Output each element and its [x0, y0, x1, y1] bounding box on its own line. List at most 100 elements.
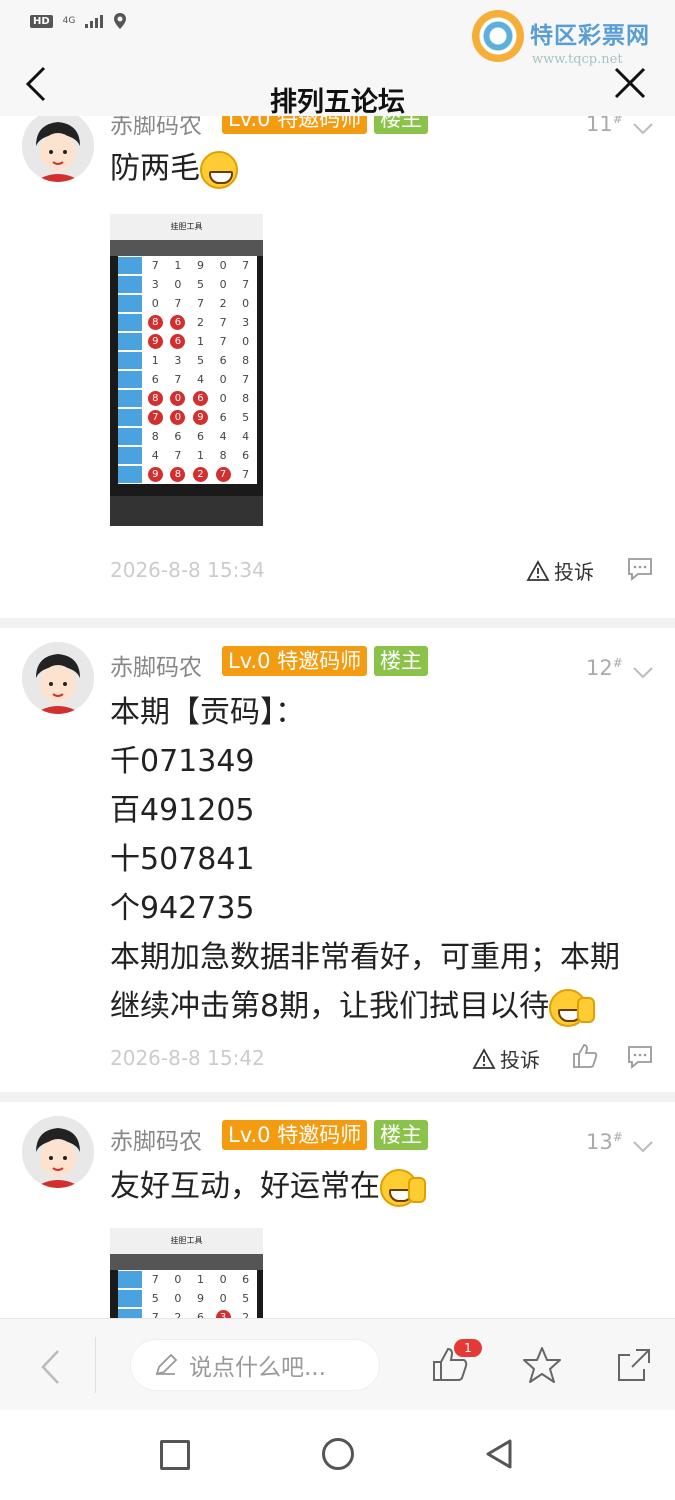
grid-row: 13568 — [118, 351, 257, 370]
floor-number: 11# — [586, 116, 623, 136]
comment-icon[interactable] — [626, 556, 654, 582]
image-grid: 71907 30507 07720 86273 96170 13568 6740… — [118, 256, 257, 484]
chevron-down-icon[interactable] — [632, 666, 654, 680]
post-image[interactable]: 挂胆工具 70106 50905 72632 — [110, 1228, 263, 1318]
logo-icon — [472, 10, 524, 62]
avatar[interactable] — [22, 1116, 94, 1188]
watermark-title: 特区彩票网 — [530, 23, 650, 49]
grid-row: 86273 — [118, 313, 257, 332]
floor-number: 13# — [586, 1130, 623, 1154]
star-icon[interactable] — [522, 1345, 562, 1385]
thumbs-up-emoji-icon — [549, 988, 596, 1027]
post-12: 赤脚码农 Lv.0 特邀码师 楼主 12# 本期【贡码】： 千071349 百4… — [0, 628, 675, 1092]
username[interactable]: 赤脚码农 — [110, 1122, 202, 1156]
grid-row: 98277 — [118, 465, 257, 484]
network-type: 4G — [62, 16, 76, 26]
grid-row: 70965 — [118, 408, 257, 427]
post-feed[interactable]: 赤脚码农 Lv.0 特邀码师 楼主 11# 防两毛 挂胆工具 71907 305… — [0, 116, 675, 1318]
chevron-down-icon[interactable] — [632, 1140, 654, 1154]
text-line: 本期加急数据非常看好，可重用；本期 — [110, 940, 620, 975]
level-badge: Lv.0 特邀码师 — [222, 646, 368, 676]
comment-input[interactable]: 说点什么吧... — [130, 1339, 380, 1391]
grid-row: 71907 — [118, 256, 257, 275]
image-banner — [110, 1254, 263, 1270]
report-label: 投诉 — [500, 1048, 540, 1072]
grid-row: 86644 — [118, 427, 257, 446]
floor-number: 12# — [586, 656, 623, 680]
text-line-with-emoji: 继续冲击第8期，让我们拭目以待 — [110, 982, 655, 1031]
share-icon[interactable] — [614, 1345, 654, 1385]
image-toolbar — [110, 496, 263, 526]
back-triangle-icon[interactable] — [484, 1438, 514, 1470]
post-text-content: 友好互动，好运常在 — [110, 1169, 380, 1204]
hd-badge: HD — [30, 14, 53, 28]
grid-row: 50905 — [118, 1289, 257, 1308]
thumbs-up-icon[interactable] — [571, 1042, 599, 1070]
grid-row: 70106 — [118, 1270, 257, 1289]
report-button[interactable]: 投诉 — [472, 1044, 540, 1073]
floor-mark: # — [612, 656, 623, 670]
text-line: 个942735 — [110, 891, 255, 926]
report-label: 投诉 — [554, 560, 594, 584]
text-line: 本期【贡码】： — [110, 695, 305, 730]
grid-row: 07720 — [118, 294, 257, 313]
home-button[interactable] — [322, 1438, 354, 1470]
grid-row: 30507 — [118, 275, 257, 294]
post-time: 2026-8-8 15:34 — [110, 558, 265, 582]
image-banner — [110, 240, 263, 256]
grid-row: 80608 — [118, 389, 257, 408]
post-text-content: 防两毛 — [110, 151, 200, 186]
recents-button[interactable] — [160, 1440, 190, 1470]
level-badge: Lv.0 特邀码师 — [222, 1120, 368, 1150]
grid-row: 67407 — [118, 370, 257, 389]
username[interactable]: 赤脚码农 — [110, 648, 202, 682]
username[interactable]: 赤脚码农 — [110, 116, 202, 140]
close-button[interactable] — [613, 66, 647, 100]
warning-icon — [526, 559, 550, 581]
post-time: 2026-8-8 15:42 — [110, 1046, 265, 1070]
avatar[interactable] — [22, 642, 94, 714]
avatar-image — [22, 642, 94, 714]
owner-badge: 楼主 — [374, 646, 428, 676]
grid-row: 72632 — [118, 1308, 257, 1318]
post-11: 赤脚码农 Lv.0 特邀码师 楼主 11# 防两毛 挂胆工具 71907 305… — [0, 116, 675, 618]
system-nav-bar — [0, 1410, 675, 1500]
post-divider — [0, 1092, 675, 1102]
image-title: 挂胆工具 — [110, 1228, 263, 1254]
grin-emoji-icon — [200, 150, 238, 189]
post-text: 友好互动，好运常在 — [110, 1162, 655, 1211]
report-button[interactable]: 投诉 — [526, 556, 594, 585]
thumbs-up-emoji-icon — [380, 1168, 426, 1207]
text-line: 百491205 — [110, 793, 255, 828]
floor-value: 13 — [586, 1130, 613, 1154]
separator — [95, 1337, 96, 1393]
post-text: 本期【贡码】： 千071349 百491205 十507841 个942735 … — [110, 688, 655, 1031]
text-line: 十507841 — [110, 842, 255, 877]
comment-placeholder: 说点什么吧... — [189, 1355, 326, 1381]
avatar-image — [22, 116, 94, 182]
post-13: 赤脚码农 Lv.0 特邀码师 楼主 13# 友好互动，好运常在 挂胆工具 701… — [0, 1102, 675, 1318]
watermark-url: www.tqcp.net — [532, 52, 623, 67]
text-line: 继续冲击第8期，让我们拭目以待 — [110, 989, 550, 1024]
grid-row: 47186 — [118, 446, 257, 465]
watermark-logo: 特区彩票网 www.tqcp.net — [472, 8, 672, 68]
chevron-down-icon[interactable] — [632, 122, 654, 136]
floor-value: 11 — [586, 116, 613, 136]
pencil-icon — [155, 1353, 178, 1376]
comment-icon[interactable] — [626, 1044, 654, 1070]
page-title: 排列五论坛 — [270, 87, 405, 118]
image-title: 挂胆工具 — [110, 214, 263, 240]
avatar[interactable] — [22, 116, 94, 182]
owner-badge: 楼主 — [374, 1120, 428, 1150]
comment-bar: 说点什么吧... 1 — [0, 1318, 675, 1410]
post-image[interactable]: 挂胆工具 71907 30507 07720 86273 96170 13568… — [110, 214, 263, 526]
signal-icon — [85, 14, 104, 28]
grid-row: 96170 — [118, 332, 257, 351]
text-line: 千071349 — [110, 744, 255, 779]
post-divider — [0, 618, 675, 628]
status-left: HD 4G — [30, 12, 127, 30]
warning-icon — [472, 1047, 496, 1069]
close-icon — [614, 67, 646, 99]
location-icon — [114, 13, 127, 29]
chevron-left-icon[interactable] — [38, 1347, 64, 1387]
